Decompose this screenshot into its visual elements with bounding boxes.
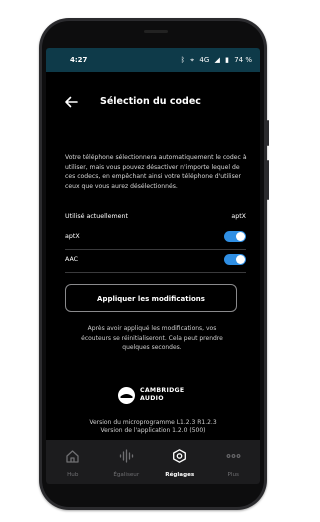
codec-label-aptx: aptX: [65, 233, 80, 240]
brand-name: CAMBRIDGE AUDIO: [140, 387, 184, 403]
app-screen: 4:27 ᛒ ⌖ 4G ◢ ▮ 74 % Sélection du codec …: [46, 48, 260, 484]
brand-line-2: AUDIO: [140, 395, 164, 402]
tab-settings-label: Réglages: [165, 472, 195, 478]
codec-label-aac: AAC: [65, 256, 79, 263]
codec-row-aac: AAC: [65, 253, 246, 269]
bottom-tab-bar: Hub Égaliseur Réglages Plus: [46, 440, 260, 484]
network-4g-label: 4G: [199, 56, 210, 64]
brand-line-1: CAMBRIDGE: [140, 387, 185, 394]
tab-hub[interactable]: Hub: [46, 440, 100, 484]
back-arrow-icon[interactable]: [64, 96, 78, 108]
location-icon: ⌖: [190, 56, 195, 64]
bluetooth-icon: ᛒ: [180, 56, 185, 64]
reset-note: Après avoir appliqué les modifications, …: [81, 325, 223, 351]
phone-speaker: [144, 30, 168, 33]
page-header: Sélection du codec: [46, 88, 260, 118]
signal-icon: ◢: [214, 56, 220, 64]
version-info: Version du microprogramme L1.2.3 R1.2.3 …: [46, 419, 260, 434]
page-title: Sélection du codec: [100, 96, 201, 107]
power-button: [267, 120, 269, 146]
settings-icon: [173, 449, 186, 463]
current-codec-label: Utilisé actuellement: [65, 213, 128, 220]
brand-logo-icon: [118, 387, 135, 404]
tab-settings[interactable]: Réglages: [153, 440, 207, 484]
tab-equalizer-label: Égaliseur: [113, 472, 140, 478]
battery-level: 74 %: [234, 56, 252, 64]
tab-more-label: Plus: [227, 472, 239, 478]
current-codec-row: Utilisé actuellement aptX: [65, 210, 246, 226]
tab-equalizer[interactable]: Égaliseur: [100, 440, 154, 484]
aptx-toggle[interactable]: [224, 231, 246, 242]
battery-icon: ▮: [225, 56, 229, 64]
status-bar: 4:27 ᛒ ⌖ 4G ◢ ▮ 74 %: [46, 48, 260, 72]
row-divider: [65, 272, 246, 273]
toggle-knob: [236, 255, 245, 264]
app-version: Version de l'application 1.2.0 (500): [100, 426, 206, 434]
firmware-version: Version du microprogramme L1.2.3 R1.2.3: [89, 419, 217, 426]
status-icons: ᛒ ⌖ 4G ◢ ▮ 74 %: [178, 56, 252, 65]
current-codec-value: aptX: [231, 213, 246, 220]
row-divider: [65, 249, 246, 250]
aac-toggle[interactable]: [224, 254, 246, 265]
volume-button: [267, 160, 269, 200]
cambridge-audio-logo: CAMBRIDGE AUDIO: [118, 386, 198, 408]
apply-changes-button[interactable]: Appliquer les modifications: [65, 284, 237, 312]
toggle-knob: [236, 232, 245, 241]
codec-row-aptx: aptX: [65, 230, 246, 246]
tab-hub-label: Hub: [67, 472, 79, 478]
status-time: 4:27: [70, 56, 88, 64]
home-icon: [66, 450, 79, 463]
more-icon: [226, 454, 240, 458]
tab-more[interactable]: Plus: [207, 440, 261, 484]
equalizer-icon: [119, 449, 133, 463]
codec-description: Votre téléphone sélectionnera automatiqu…: [65, 154, 247, 190]
